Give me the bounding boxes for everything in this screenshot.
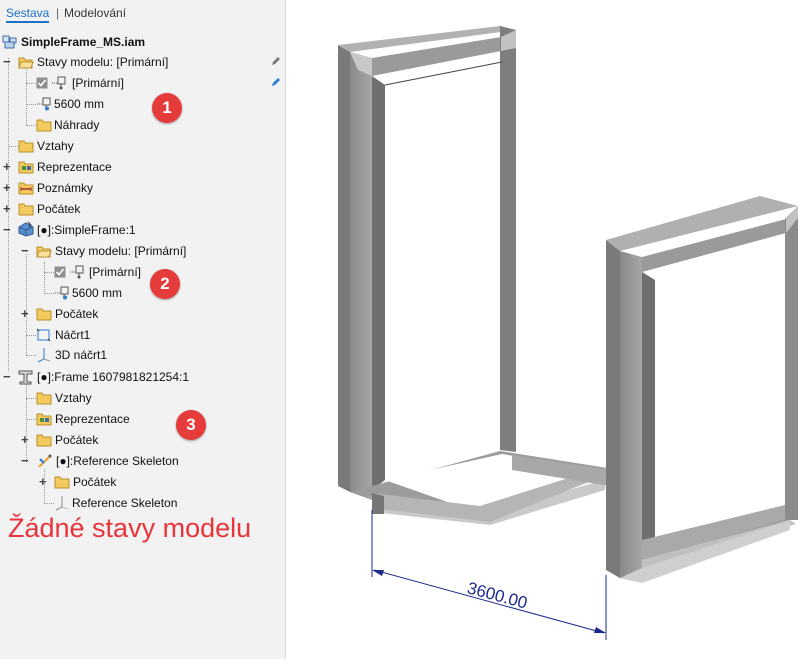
tree-item-root[interactable]: SimpleFrame_MS.iam (0, 32, 285, 52)
representations-icon (18, 161, 34, 174)
annotation-note: Žádné stavy modelu (8, 513, 252, 543)
tree-item-model-states[interactable]: − Stavy modelu: [Primární] (0, 52, 285, 72)
tree-item-origin-frame[interactable]: + Počátek (0, 430, 285, 450)
expand-toggle[interactable]: + (21, 433, 29, 446)
tree-item-model-state-primary-sub[interactable]: [Primární] (0, 262, 285, 282)
tree-item-model-state-primary[interactable]: [Primární] (0, 73, 285, 93)
collapse-toggle[interactable]: − (3, 55, 11, 68)
part-icon (18, 221, 34, 237)
tree-label: Počátek (55, 307, 99, 321)
collapse-toggle[interactable]: − (3, 370, 11, 383)
expand-toggle[interactable]: + (3, 181, 11, 194)
post-base (372, 493, 384, 514)
folder-icon (36, 308, 52, 321)
dimension-annotation: 3600.00 (371, 510, 607, 640)
tree-label: Vztahy (37, 139, 74, 153)
tree-label: [Primární] (89, 265, 142, 279)
dimension-value: 3600.00 (465, 578, 529, 612)
open-folder-icon (18, 57, 34, 69)
tree-label: Počátek (37, 202, 81, 216)
pencil-icon[interactable] (270, 76, 282, 88)
3d-sketch-icon (55, 496, 69, 511)
tree-label: 5600 mm (72, 286, 123, 300)
tree-label: Reprezentace (55, 412, 130, 426)
tab-separator: | (56, 6, 60, 20)
folder-icon (36, 434, 52, 447)
tree-label: Náhrady (54, 118, 100, 132)
checkbox-icon[interactable] (36, 77, 48, 89)
folder-icon (18, 140, 34, 153)
callout-badge-3: 3 (176, 410, 206, 440)
collapse-toggle[interactable]: − (21, 454, 29, 467)
callout-badge-1: 1 (152, 93, 182, 123)
tree-item-origin-sub[interactable]: + Počátek (0, 304, 285, 324)
tall-frame-part[interactable] (338, 26, 516, 500)
tree-label: 5600 mm (54, 97, 105, 111)
tree-item-reference-skeleton[interactable]: − [●]:Reference Skeleton (0, 451, 285, 471)
tree-label: Počátek (55, 433, 99, 447)
tree-label: [●]:Reference Skeleton (56, 454, 179, 468)
expand-toggle[interactable]: + (21, 307, 29, 320)
tree-item-representations[interactable]: + Reprezentace (0, 157, 285, 177)
frame-assembly-icon (18, 370, 33, 385)
model-state-icon (70, 265, 84, 279)
representations-icon (36, 413, 52, 426)
tree-item-frame[interactable]: − [●]:Frame 1607981821254:1 (0, 367, 285, 387)
collapse-toggle[interactable]: − (3, 223, 11, 236)
3d-sketch-icon (37, 348, 51, 363)
tree-item-representations-sub[interactable]: Reprezentace (0, 409, 285, 429)
tree-item-model-state-5600[interactable]: 5600 mm (0, 94, 285, 114)
tree-label: Stavy modelu: [Primární] (55, 244, 187, 258)
tree-item-notes[interactable]: + Poznámky (0, 178, 285, 198)
tree-label: Vztahy (55, 391, 92, 405)
pencil-icon[interactable] (270, 55, 282, 67)
sketch-icon (36, 328, 51, 342)
callout-badge-2: 2 (150, 269, 180, 299)
tree-label: [●]:SimpleFrame:1 (37, 223, 136, 237)
folder-icon (54, 476, 70, 489)
folder-icon (18, 203, 34, 216)
tree-item-substitutes[interactable]: Náhrady (0, 115, 285, 135)
tree-label: Stavy modelu: [Primární] (37, 55, 169, 69)
tab-modeling[interactable]: Modelování (64, 6, 126, 20)
collapse-toggle[interactable]: − (21, 244, 29, 257)
model-state-icon (37, 97, 51, 111)
tree-label: 3D náčrt1 (55, 348, 108, 362)
model-browser-panel: Sestava | Modelování SimpleFrame_MS.iam … (0, 0, 286, 659)
tree-item-reference-skeleton-sketch[interactable]: Reference Skeleton (0, 493, 285, 513)
tree-item-model-states-sub[interactable]: − Stavy modelu: [Primární] (0, 241, 285, 261)
browser-tabs: Sestava | Modelování (0, 0, 285, 26)
expand-toggle[interactable]: + (39, 475, 47, 488)
model-state-icon (52, 76, 66, 90)
tree-item-origin-skeleton[interactable]: + Počátek (0, 472, 285, 492)
3d-viewport[interactable]: 3600.00 (286, 0, 802, 659)
tree-label: Poznámky (37, 181, 94, 195)
skeleton-part-icon (38, 454, 52, 468)
tree-label: [Primární] (72, 76, 125, 90)
tree-item-model-state-5600-sub[interactable]: 5600 mm (0, 283, 285, 303)
tree-item-sketch[interactable]: Náčrt1 (0, 325, 285, 345)
tree-label: Náčrt1 (55, 328, 91, 342)
tree-item-relationships-sub[interactable]: Vztahy (0, 388, 285, 408)
tree-item-3d-sketch[interactable]: 3D náčrt1 (0, 345, 285, 365)
tree-item-origin[interactable]: + Počátek (0, 199, 285, 219)
tree-label: SimpleFrame_MS.iam (21, 35, 146, 49)
tree-label: [●]:Frame 1607981821254:1 (37, 370, 190, 384)
frame-model-drawing: 3600.00 (338, 26, 798, 640)
tree-label: Reprezentace (37, 160, 112, 174)
tree-label: Počátek (73, 475, 117, 489)
assembly-icon (2, 35, 17, 49)
tab-assembly[interactable]: Sestava (6, 6, 50, 23)
checkbox-icon[interactable] (54, 266, 66, 278)
expand-toggle[interactable]: + (3, 160, 11, 173)
expand-toggle[interactable]: + (3, 202, 11, 215)
tree-item-relationships[interactable]: Vztahy (0, 136, 285, 156)
notes-icon (18, 182, 34, 195)
tree-label: Reference Skeleton (72, 496, 178, 510)
open-folder-icon (36, 246, 52, 258)
tree-item-simpleframe[interactable]: − [●]:SimpleFrame:1 (0, 220, 285, 240)
folder-icon (36, 392, 52, 405)
model-state-icon (55, 286, 69, 300)
folder-icon (36, 119, 52, 132)
